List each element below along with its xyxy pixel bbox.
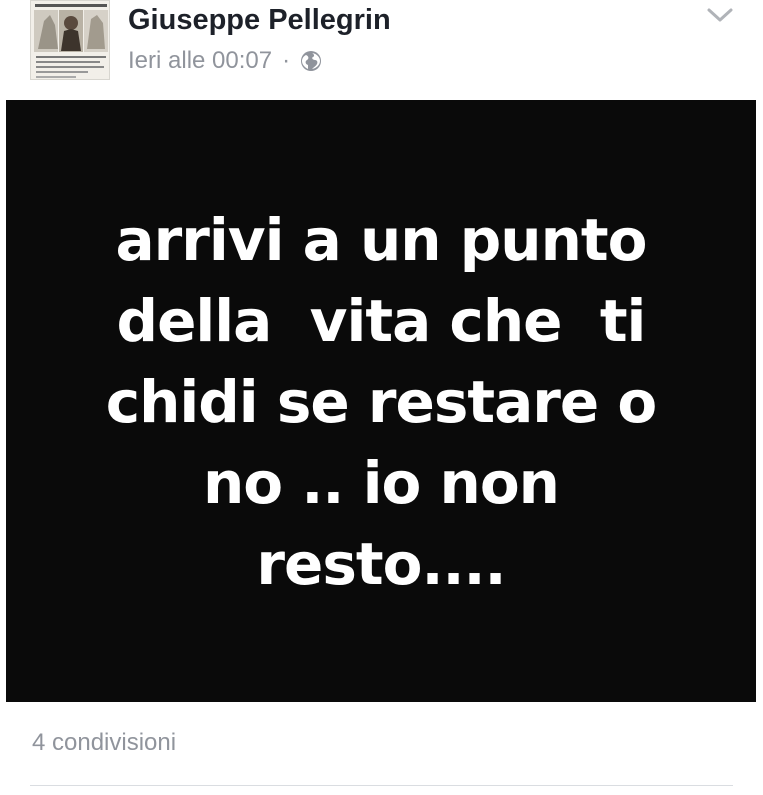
post-timestamp[interactable]: Ieri alle 00:07 (128, 47, 272, 75)
avatar-image (31, 1, 109, 79)
divider (30, 785, 733, 786)
facebook-post: Giuseppe Pellegrin Ieri alle 00:07 · arr… (0, 0, 763, 795)
post-menu-button[interactable] (700, 0, 740, 36)
shares-count[interactable]: 4 condivisioni (32, 726, 176, 760)
post-image-text: arrivi a un punto della vita che ti chid… (105, 205, 658, 598)
author-name[interactable]: Giuseppe Pellegrin (128, 0, 391, 40)
post-meta: Ieri alle 00:07 · (128, 44, 322, 78)
post-image[interactable]: arrivi a un punto della vita che ti chid… (6, 100, 756, 702)
meta-separator: · (282, 47, 291, 74)
avatar[interactable] (30, 0, 110, 80)
globe-icon[interactable] (300, 50, 322, 72)
chevron-down-icon (706, 7, 734, 30)
